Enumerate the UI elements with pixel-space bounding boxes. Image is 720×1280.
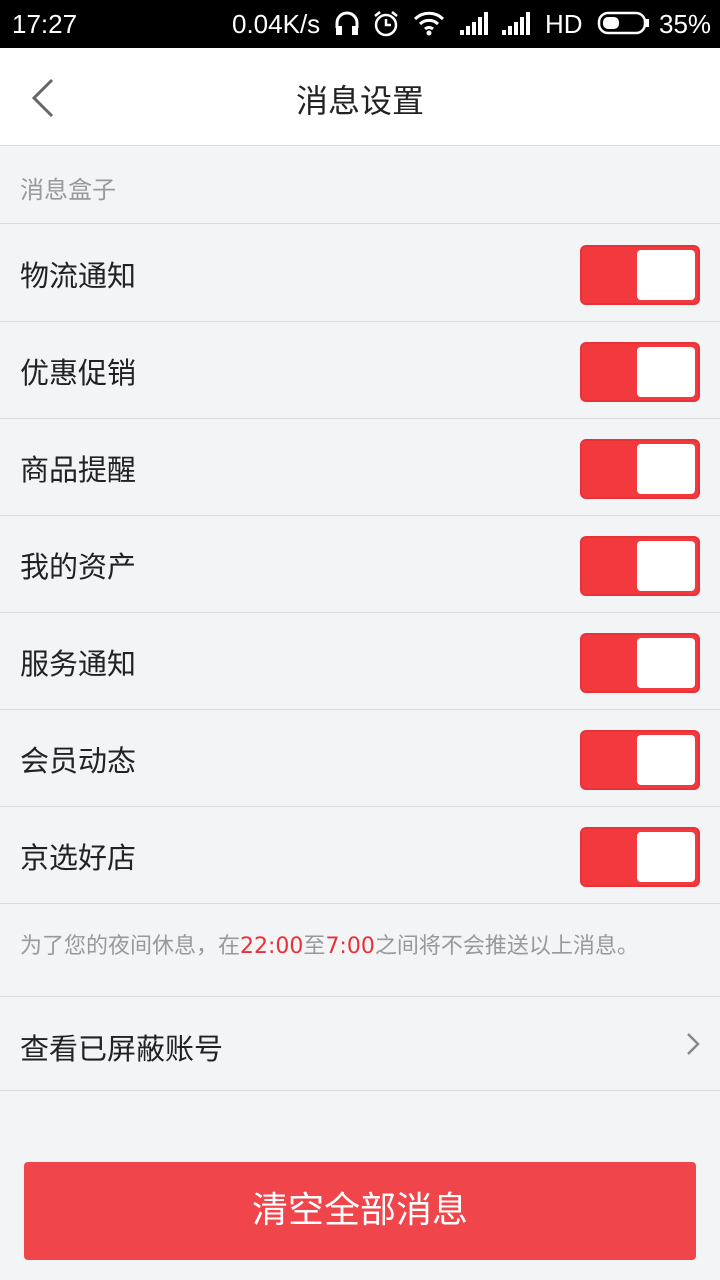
navigation-bar: 消息设置	[0, 48, 720, 146]
toggle-knob	[637, 832, 695, 882]
service-notice-toggle[interactable]	[580, 633, 700, 693]
section-title: 消息盒子	[20, 176, 116, 204]
note-end-time: 7:00	[325, 934, 375, 959]
status-bar: 17:27 0.04K/s HD 35%	[0, 0, 720, 48]
note-start-time: 22:00	[240, 934, 304, 959]
setting-label: 京选好店	[20, 841, 137, 875]
headphones-icon	[335, 11, 359, 35]
toggle-knob	[637, 638, 695, 688]
setting-label: 会员动态	[20, 744, 137, 778]
toggle-knob	[637, 735, 695, 785]
setting-row-promotions: 优惠促销	[0, 322, 720, 419]
section-header: 消息盒子	[0, 146, 720, 224]
setting-row-featured-stores: 京选好店	[0, 807, 720, 904]
signal-icon	[502, 12, 530, 35]
featured-stores-toggle[interactable]	[580, 827, 700, 887]
setting-row-product-reminder: 商品提醒	[0, 419, 720, 516]
wifi-icon	[413, 11, 445, 36]
setting-label: 优惠促销	[20, 356, 137, 390]
setting-row-my-assets: 我的资产	[0, 516, 720, 613]
member-news-toggle[interactable]	[580, 730, 700, 790]
setting-row-member-news: 会员动态	[0, 710, 720, 807]
toggle-knob	[637, 541, 695, 591]
blocked-accounts-label: 查看已屏蔽账号	[20, 1032, 224, 1066]
battery-icon	[597, 11, 649, 35]
note-prefix: 为了您的夜间休息，在	[20, 934, 241, 959]
alarm-icon	[374, 11, 398, 37]
blocked-accounts-row[interactable]: 查看已屏蔽账号	[0, 996, 720, 1091]
setting-label: 商品提醒	[20, 453, 137, 487]
promotions-toggle[interactable]	[580, 342, 700, 402]
setting-label: 服务通知	[20, 647, 137, 681]
battery-percentage: 35%	[659, 9, 712, 39]
night-mode-note: 为了您的夜间休息，在22:00至7:00之间将不会推送以上消息。	[20, 928, 639, 960]
setting-row-service-notice: 服务通知	[0, 613, 720, 710]
setting-row-logistics: 物流通知	[0, 225, 720, 322]
toggle-knob	[637, 347, 695, 397]
note-suffix: 之间将不会推送以上消息。	[374, 934, 639, 959]
signal-icon	[460, 12, 488, 35]
clear-all-messages-button[interactable]: 清空全部消息	[24, 1162, 696, 1260]
toggle-knob	[637, 250, 695, 300]
logistics-toggle[interactable]	[580, 245, 700, 305]
hd-indicator: HD	[545, 9, 583, 39]
setting-label: 我的资产	[20, 550, 137, 584]
status-time: 17:27	[12, 9, 78, 39]
toggle-knob	[637, 444, 695, 494]
note-middle: 至	[303, 934, 326, 959]
product-reminder-toggle[interactable]	[580, 439, 700, 499]
my-assets-toggle[interactable]	[580, 536, 700, 596]
chevron-right-icon	[687, 1033, 700, 1055]
network-speed: 0.04K/s	[232, 9, 321, 39]
setting-label: 物流通知	[20, 259, 137, 293]
page-title: 消息设置	[295, 82, 424, 120]
